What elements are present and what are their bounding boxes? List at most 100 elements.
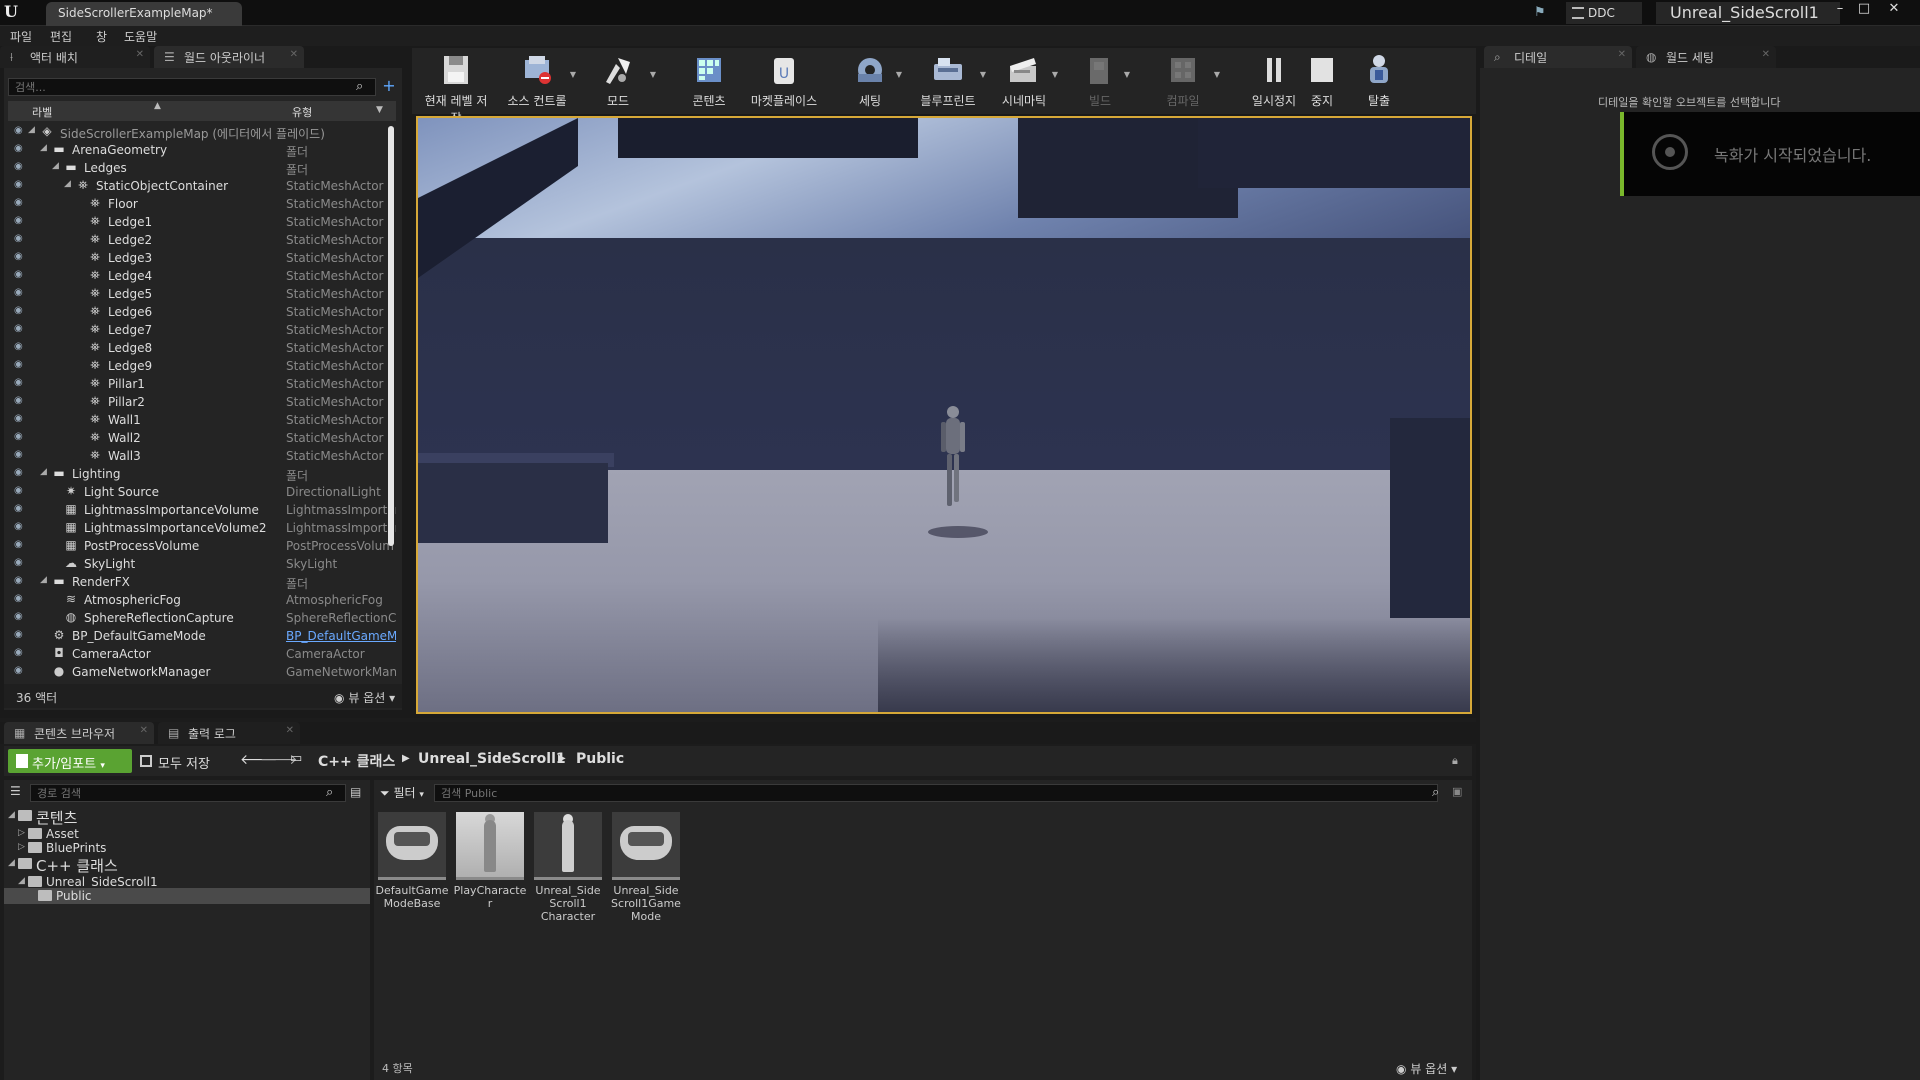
tab-close-icon[interactable]: ✕ xyxy=(1762,49,1770,60)
collapsed-arrow-icon[interactable]: ▷ xyxy=(18,842,25,852)
outliner-row[interactable]: ◉ ≋ AtmosphericFog AtmosphericFog xyxy=(8,591,396,609)
close-button[interactable]: ✕ xyxy=(1884,2,1904,18)
filter-button[interactable]: ⏷ 필터 ▾ xyxy=(380,784,424,801)
restore-button[interactable]: □ xyxy=(1854,2,1874,18)
asset-tile[interactable]: PlayCharacter xyxy=(454,812,526,932)
asset-tile[interactable]: DefaultGame ModeBase xyxy=(376,812,448,932)
visibility-eye-icon[interactable]: ◉ xyxy=(14,414,26,424)
blueprints-button[interactable]: 블루프린트 ▼ xyxy=(912,48,986,114)
outliner-row[interactable]: ◉ ⛯ Ledge3 StaticMeshActor xyxy=(8,249,396,267)
asset-search-input[interactable] xyxy=(434,784,1438,802)
outliner-row[interactable]: ◉ ⛯ Ledge1 StaticMeshActor xyxy=(8,213,396,231)
flag-icon[interactable]: ⚑ xyxy=(1534,5,1550,21)
marketplace-button[interactable]: U 마켓플레이스 xyxy=(738,48,830,114)
tab-close-icon[interactable]: ✕ xyxy=(286,725,294,736)
breadcrumb-cpp-classes[interactable]: C++ 클래스 xyxy=(318,751,395,771)
path-search-input[interactable] xyxy=(30,784,346,802)
save-search-icon[interactable]: ▣ xyxy=(1452,785,1462,798)
visibility-eye-icon[interactable]: ◉ xyxy=(14,252,26,262)
tab-close-icon[interactable]: ✕ xyxy=(290,49,298,60)
ddc-indicator[interactable]: DDC xyxy=(1566,2,1642,24)
asset-tile[interactable]: Unreal_Side Scroll1Game Mode xyxy=(611,812,681,932)
outliner-row[interactable]: ◉ ◢ ◈ SideScrollerExampleMap (에디터에서 플레이드) xyxy=(8,123,396,141)
outliner-row[interactable]: ◉ ⛯ Ledge2 StaticMeshActor xyxy=(8,231,396,249)
tab-world-outliner[interactable]: ☰ 월드 아웃라이너 ✕ xyxy=(154,46,304,68)
folder-icon[interactable]: ▭ xyxy=(290,751,302,766)
column-label[interactable]: 라벨 xyxy=(32,104,52,120)
chevron-down-icon[interactable]: ▼ xyxy=(1124,70,1130,79)
save-all-button[interactable]: 모두 저장 xyxy=(140,749,228,773)
tab-output-log[interactable]: ▤ 출력 로그 ✕ xyxy=(158,722,300,744)
visibility-eye-icon[interactable]: ◉ xyxy=(14,234,26,244)
chevron-down-icon[interactable]: ▼ xyxy=(376,105,383,115)
sources-toggle-icon[interactable]: ☰ xyxy=(10,784,21,798)
visibility-eye-icon[interactable]: ◉ xyxy=(14,612,26,622)
outliner-row[interactable]: ◉ ⛯ Ledge7 StaticMeshActor xyxy=(8,321,396,339)
menu-window[interactable]: 창 xyxy=(96,28,107,45)
tab-details[interactable]: ⌕ 디테일 ✕ xyxy=(1484,46,1632,68)
visibility-eye-icon[interactable]: ◉ xyxy=(14,450,26,460)
outliner-row[interactable]: ◉ ◢ ▬ Lighting 폴더 xyxy=(8,465,396,483)
outliner-scrollbar[interactable] xyxy=(388,126,394,546)
visibility-eye-icon[interactable]: ◉ xyxy=(14,180,26,190)
pause-button[interactable]: 일시정지 xyxy=(1248,48,1300,114)
chevron-down-icon[interactable]: ▼ xyxy=(570,70,576,79)
search-icon[interactable]: ⌕ xyxy=(326,785,333,800)
visibility-eye-icon[interactable]: ◉ xyxy=(14,468,26,478)
source-control-button[interactable]: 소스 컨트롤 ▼ xyxy=(500,48,576,114)
column-type[interactable]: 유형 xyxy=(292,104,312,120)
visibility-eye-icon[interactable]: ◉ xyxy=(14,216,26,226)
tab-content-browser[interactable]: ▦ 콘텐츠 브라우저 ✕ xyxy=(4,722,154,744)
outliner-row[interactable]: ◉ ▦ LightmassImportanceVolume LightmassImpo… xyxy=(8,501,396,519)
expanded-arrow-icon[interactable]: ◢ xyxy=(8,858,15,868)
outliner-row[interactable]: ◉ ⚙ BP_DefaultGameMode BP_DefaultGameM xyxy=(8,627,396,645)
visibility-eye-icon[interactable]: ◉ xyxy=(14,342,26,352)
visibility-eye-icon[interactable]: ◉ xyxy=(14,648,26,658)
outliner-row[interactable]: ◉ ▦ LightmassImportanceVolume2 LightmassImp… xyxy=(8,519,396,537)
settings-button[interactable]: 세팅 ▼ xyxy=(840,48,902,114)
visibility-eye-icon[interactable]: ◉ xyxy=(14,522,26,532)
expanded-arrow-icon[interactable]: ◢ xyxy=(28,125,35,135)
path-tree-item[interactable]: ◢ 콘텐츠 xyxy=(4,808,370,827)
outliner-row[interactable]: ◉ ⛯ Pillar2 StaticMeshActor xyxy=(8,393,396,411)
chevron-down-icon[interactable]: ▼ xyxy=(1214,70,1220,79)
visibility-eye-icon[interactable]: ◉ xyxy=(14,558,26,568)
stop-button[interactable]: 중지 xyxy=(1302,48,1342,114)
outliner-row[interactable]: ◉ ◍ SphereReflectionCapture SphereReflectio… xyxy=(8,609,396,627)
outliner-row[interactable]: ◉ ◢ ▬ Ledges 폴더 xyxy=(8,159,396,177)
expanded-arrow-icon[interactable]: ◢ xyxy=(64,179,71,189)
visibility-eye-icon[interactable]: ◉ xyxy=(14,144,26,154)
outliner-row[interactable]: ◉ ◢ ▬ ArenaGeometry 폴더 xyxy=(8,141,396,159)
outliner-row[interactable]: ◉ ⛯ Pillar1 StaticMeshActor xyxy=(8,375,396,393)
view-options-button[interactable]: ◉ 뷰 옵션 ▾ xyxy=(1396,1060,1457,1077)
compile-button[interactable]: 컴파일 ▼ xyxy=(1148,48,1220,114)
build-button[interactable]: 빌드 ▼ xyxy=(1072,48,1130,114)
outliner-row[interactable]: ◉ ⛯ Ledge8 StaticMeshActor xyxy=(8,339,396,357)
search-icon[interactable]: ⌕ xyxy=(356,79,372,95)
outliner-row[interactable]: ◉ ● GameNetworkManager GameNetworkMana xyxy=(8,663,396,679)
outliner-row[interactable]: ◉ ⛯ Wall1 StaticMeshActor xyxy=(8,411,396,429)
modes-button[interactable]: 모드 ▼ xyxy=(582,48,656,114)
breadcrumb-public[interactable]: Public xyxy=(576,751,624,767)
menu-file[interactable]: 파일 xyxy=(10,28,32,45)
outliner-row[interactable]: ◉ ▦ PostProcessVolume PostProcessVolum xyxy=(8,537,396,555)
breadcrumb-project[interactable]: Unreal_SideScroll1 xyxy=(418,751,566,767)
outliner-row[interactable]: ◉ ⛯ Ledge9 StaticMeshActor xyxy=(8,357,396,375)
visibility-eye-icon[interactable]: ◉ xyxy=(14,324,26,334)
path-tree-item[interactable]: ▷ BluePrints xyxy=(4,840,370,856)
expanded-arrow-icon[interactable]: ◢ xyxy=(40,143,47,153)
outliner-row[interactable]: ◉ ◘ CameraActor CameraActor xyxy=(8,645,396,663)
breadcrumb-separator-icon[interactable]: ▶ xyxy=(402,753,410,764)
content-button[interactable]: 콘텐츠 xyxy=(682,48,736,114)
minimize-button[interactable]: – xyxy=(1830,2,1850,18)
expanded-arrow-icon[interactable]: ◢ xyxy=(40,467,47,477)
document-tab[interactable]: SideScrollerExampleMap* xyxy=(46,2,242,26)
outliner-row[interactable]: ◉ ☁ SkyLight SkyLight xyxy=(8,555,396,573)
outliner-row[interactable]: ◉ ⛯ Ledge6 StaticMeshActor xyxy=(8,303,396,321)
tab-close-icon[interactable]: ✕ xyxy=(136,49,144,60)
level-viewport[interactable] xyxy=(416,116,1472,714)
chevron-down-icon[interactable]: ▼ xyxy=(980,70,986,79)
visibility-eye-icon[interactable]: ◉ xyxy=(14,432,26,442)
visibility-eye-icon[interactable]: ◉ xyxy=(14,126,26,136)
outliner-row[interactable]: ◉ ⛯ Floor StaticMeshActor xyxy=(8,195,396,213)
